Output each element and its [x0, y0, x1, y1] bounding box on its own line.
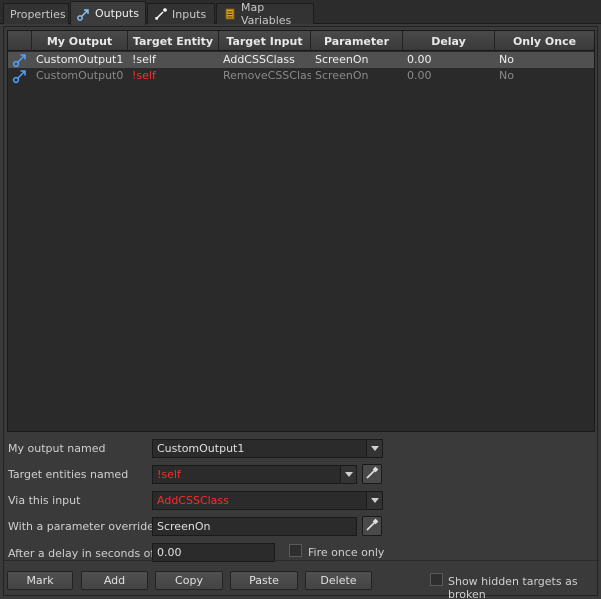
delay-label: After a delay in seconds of	[8, 547, 155, 560]
header-my-output[interactable]: My Output	[32, 31, 128, 51]
delete-button[interactable]: Delete	[305, 571, 372, 590]
eyedropper-icon	[365, 518, 379, 535]
show-hidden-label: Show hidden targets as broken	[448, 575, 578, 599]
cell-delay: 0.00	[407, 69, 432, 82]
cell-only-once: No	[499, 69, 514, 82]
fire-once-checkbox[interactable]	[289, 544, 302, 557]
cell-target-input: RemoveCSSClass	[223, 69, 311, 82]
tab-inputs-label: Inputs	[172, 7, 207, 21]
cell-target-entity: !self	[132, 69, 156, 82]
parameter-override-input[interactable]: ScreenOn	[152, 517, 357, 536]
header-target-entity[interactable]: Target Entity	[128, 31, 219, 51]
output-row-icon	[8, 52, 32, 68]
cell-my-output: CustomOutput0	[36, 69, 124, 82]
via-input-value: AddCSSClass	[157, 494, 229, 507]
target-entity-combo[interactable]: !self	[152, 465, 357, 484]
header-icon-column	[8, 31, 32, 51]
via-input-combo[interactable]: AddCSSClass	[152, 491, 383, 510]
tab-outputs-label: Outputs	[95, 7, 139, 20]
tab-outputs[interactable]: Outputs	[70, 1, 146, 25]
inputs-icon	[154, 7, 168, 21]
entity-picker-button[interactable]	[362, 464, 382, 484]
cell-target-entity: !self	[132, 53, 156, 66]
chevron-down-icon[interactable]	[366, 440, 382, 457]
outputs-icon	[77, 7, 91, 21]
parameter-override-label: With a parameter override of	[8, 520, 169, 533]
header-parameter[interactable]: Parameter	[311, 31, 403, 51]
cell-target-input: AddCSSClass	[223, 53, 295, 66]
fire-once-label: Fire once only	[308, 546, 385, 559]
outputs-table[interactable]: My Output Target Entity Target Input Par…	[7, 30, 595, 432]
output-name-combo[interactable]: CustomOutput1	[152, 439, 383, 458]
paste-button[interactable]: Paste	[230, 571, 298, 590]
cell-my-output: CustomOutput1	[36, 53, 124, 66]
cell-delay: 0.00	[407, 53, 432, 66]
copy-button[interactable]: Copy	[155, 571, 223, 590]
target-entity-label: Target entities named	[8, 468, 129, 481]
header-only-once[interactable]: Only Once	[495, 31, 594, 51]
chevron-down-icon[interactable]	[366, 492, 382, 509]
tab-map-variables[interactable]: Map Variables	[216, 1, 314, 27]
via-input-label: Via this input	[8, 494, 81, 507]
output-row-icon	[8, 68, 32, 84]
tab-properties[interactable]: Properties	[3, 3, 69, 24]
eyedropper-icon	[365, 466, 379, 483]
divider	[4, 560, 599, 561]
cell-only-once: No	[499, 53, 514, 66]
target-entity-value: !self	[157, 468, 181, 481]
outputs-panel: My Output Target Entity Target Input Par…	[3, 26, 599, 599]
table-row[interactable]: CustomOutput0 !self RemoveCSSClass Scree…	[8, 68, 594, 84]
cell-parameter: ScreenOn	[315, 69, 369, 82]
chevron-down-icon[interactable]	[340, 466, 356, 483]
output-name-label: My output named	[8, 442, 106, 455]
mark-button[interactable]: Mark	[7, 571, 73, 590]
tab-bar: Properties Outputs Inputs Map Variables	[0, 0, 601, 27]
tab-map-variables-label: Map Variables	[241, 1, 292, 27]
map-variables-icon	[223, 7, 237, 21]
tab-properties-label: Properties	[10, 7, 66, 21]
output-name-value: CustomOutput1	[157, 442, 245, 455]
header-delay[interactable]: Delay	[403, 31, 495, 51]
show-hidden-checkbox[interactable]	[430, 573, 443, 586]
table-header: My Output Target Entity Target Input Par…	[8, 31, 594, 51]
parameter-picker-button[interactable]	[362, 516, 382, 536]
table-row[interactable]: CustomOutput1 !self AddCSSClass ScreenOn…	[8, 52, 594, 68]
tab-inputs[interactable]: Inputs	[147, 3, 215, 24]
add-button[interactable]: Add	[81, 571, 148, 590]
cell-parameter: ScreenOn	[315, 53, 369, 66]
header-target-input[interactable]: Target Input	[219, 31, 311, 51]
